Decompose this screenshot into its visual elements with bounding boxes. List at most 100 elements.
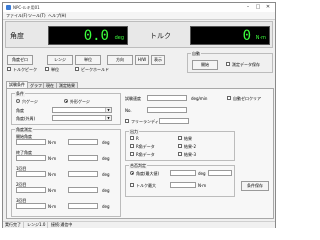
free-running-input[interactable] bbox=[159, 118, 189, 124]
measure-mid-unit: N·m bbox=[48, 204, 57, 209]
judge-torque-unit: N·m bbox=[198, 183, 207, 188]
direction-button[interactable]: 方向 bbox=[107, 55, 133, 65]
measure-input[interactable] bbox=[16, 139, 46, 145]
judge-torque-checkbox[interactable] bbox=[130, 183, 134, 187]
app-icon bbox=[6, 5, 11, 10]
menu-tools[interactable]: ツール(T) bbox=[28, 13, 46, 19]
measure-input[interactable] bbox=[16, 155, 46, 161]
measure-mid-unit: N·m bbox=[48, 172, 57, 177]
status-bar: 実行完了 レンジ1.0 接続:通信中 bbox=[3, 221, 275, 228]
judge-group: 合否判定 角度(最大値) deg トルク最大 N·m bbox=[125, 163, 235, 197]
status-cell-2: レンジ1.0 bbox=[25, 222, 49, 228]
measure-mid-unit: N·m bbox=[48, 140, 57, 145]
menu-bar: ファイル(F) ツール(T) ヘルプ(H) bbox=[3, 12, 275, 20]
judge-angle-radio[interactable] bbox=[130, 171, 134, 175]
menu-file[interactable]: ファイル(F) bbox=[6, 13, 27, 19]
measure-mid-unit: N·m bbox=[48, 188, 57, 193]
auto-zero-label: 自動ゼロクリア bbox=[233, 96, 261, 101]
record-group: 自動 開始 測定データ保存 bbox=[187, 51, 273, 73]
judge-title: 合否判定 bbox=[129, 163, 147, 169]
maximize-button[interactable]: □ bbox=[253, 4, 263, 11]
measure-input[interactable] bbox=[68, 155, 98, 161]
save-data-checkbox[interactable] bbox=[226, 62, 230, 66]
status-cell-3: 接続:通信中 bbox=[51, 222, 73, 227]
measure-input[interactable] bbox=[68, 203, 98, 209]
output-checkbox[interactable] bbox=[178, 144, 182, 148]
cond-row1-select[interactable]: ▼ bbox=[52, 107, 112, 113]
display-button[interactable]: 表示 bbox=[151, 55, 165, 65]
menu-help[interactable]: ヘルプ(H) bbox=[48, 13, 66, 19]
unit-check-label: 単位 bbox=[51, 67, 59, 72]
speed-label: 試験速度 bbox=[125, 96, 141, 101]
output-checkbox[interactable] bbox=[130, 152, 134, 156]
nc-input[interactable] bbox=[147, 107, 187, 113]
save-conditions-button[interactable]: 条件保存 bbox=[241, 181, 269, 191]
output-label: 結果 bbox=[184, 136, 192, 141]
angle-display: 0.0 deg bbox=[48, 26, 128, 45]
measure-input[interactable] bbox=[16, 203, 46, 209]
unit-button[interactable]: 単位 bbox=[75, 55, 101, 65]
measure-unit: deg bbox=[102, 172, 110, 177]
dropdown-arrow-icon: ▼ bbox=[105, 108, 111, 112]
free-running-checkbox[interactable] bbox=[125, 119, 129, 123]
cond-row2-label: 角度(外周) bbox=[16, 116, 36, 121]
range-button[interactable]: レンジ bbox=[47, 55, 73, 65]
output-label: R角データ bbox=[136, 144, 155, 149]
outer-gauge-radio[interactable] bbox=[64, 99, 68, 103]
output-checkbox[interactable] bbox=[178, 136, 182, 140]
judge-angle-min-input[interactable] bbox=[170, 170, 196, 176]
peak-hold-checkbox[interactable] bbox=[75, 67, 79, 71]
measure-unit: deg bbox=[102, 156, 110, 161]
cond-row1-label: 角度 bbox=[16, 108, 24, 113]
torque-value: 0 bbox=[242, 28, 251, 44]
torque-unit: N·m bbox=[255, 35, 266, 41]
measure-input[interactable] bbox=[16, 171, 46, 177]
hole-gauge-radio[interactable] bbox=[16, 99, 20, 103]
measure-group: 角度測定 開始角度 N·m deg 終了角度 N·m deg 1回目 N·m d… bbox=[11, 127, 121, 217]
judge-angle-max-input[interactable] bbox=[208, 170, 232, 176]
angle-label: 角度 bbox=[10, 32, 24, 40]
peak-hold-label: ピークホールド bbox=[81, 67, 109, 72]
torque-peak-label: トルクピーク bbox=[13, 67, 37, 72]
record-group-title: 自動 bbox=[191, 51, 201, 57]
output-group: 出力 R R角データ R角データ 結果 結果-2 結果-3 bbox=[125, 129, 235, 161]
torque-label: トルク bbox=[150, 32, 171, 40]
hw-button[interactable]: H/W bbox=[135, 55, 149, 65]
measure-input[interactable] bbox=[68, 139, 98, 145]
judge-torque-input[interactable] bbox=[170, 182, 196, 188]
dropdown-arrow-icon: ▼ bbox=[105, 116, 111, 120]
output-label: R角データ bbox=[136, 152, 155, 157]
conditions-group: 条件 穴ゲージ 外形ゲージ 角度 ▼ 角度(外周) ▼ bbox=[11, 91, 121, 125]
measure-unit: deg bbox=[102, 140, 110, 145]
readout-bar: 角度 0.0 deg トルク 0 N·m bbox=[5, 21, 273, 48]
tab-conditions[interactable]: 試験条件 bbox=[6, 81, 28, 88]
output-checkbox[interactable] bbox=[130, 136, 134, 140]
speed-unit: deg/min bbox=[191, 96, 208, 101]
output-label: R bbox=[136, 136, 139, 141]
output-label: 結果-2 bbox=[184, 144, 196, 149]
close-button[interactable]: ✕ bbox=[263, 4, 273, 11]
output-checkbox[interactable] bbox=[178, 152, 182, 156]
minimize-button[interactable]: – bbox=[243, 4, 253, 11]
outer-gauge-label: 外形ゲージ bbox=[70, 99, 90, 104]
auto-zero-checkbox[interactable] bbox=[227, 96, 231, 100]
cond-row2-select[interactable]: ▼ bbox=[52, 115, 112, 121]
start-button[interactable]: 開始 bbox=[192, 60, 218, 70]
angle-unit: deg bbox=[114, 35, 124, 41]
unit-checkbox[interactable] bbox=[45, 67, 49, 71]
nc-label: No. bbox=[125, 108, 132, 113]
judge-torque-label: トルク最大 bbox=[136, 183, 156, 188]
torque-display: 0 N·m bbox=[190, 26, 270, 45]
measure-input[interactable] bbox=[68, 171, 98, 177]
status-cell-1: 実行完了 bbox=[3, 222, 24, 228]
conditions-title: 条件 bbox=[15, 91, 25, 97]
angle-zero-button[interactable]: 角度ゼロ bbox=[7, 55, 33, 65]
measure-input[interactable] bbox=[68, 187, 98, 193]
speed-input[interactable] bbox=[147, 95, 187, 101]
measure-mid-unit: N·m bbox=[48, 156, 57, 161]
measure-input[interactable] bbox=[16, 187, 46, 193]
measure-unit: deg bbox=[102, 204, 110, 209]
output-checkbox[interactable] bbox=[130, 144, 134, 148]
torque-peak-checkbox[interactable] bbox=[7, 67, 11, 71]
output-title: 出力 bbox=[129, 129, 139, 135]
